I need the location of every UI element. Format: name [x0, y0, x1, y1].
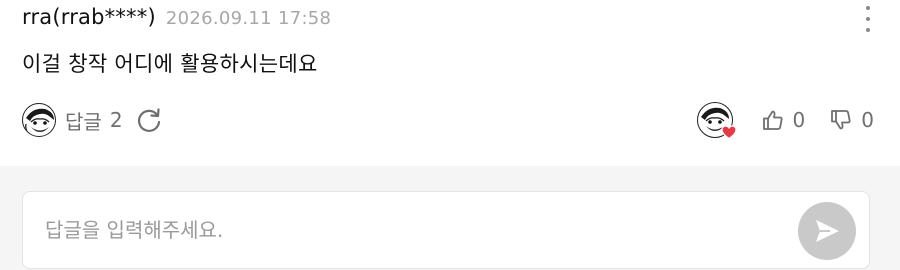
refresh-icon[interactable]	[135, 106, 163, 134]
reply-input[interactable]	[45, 192, 785, 268]
comment-card: rra(rrab****) 2026.09.11 17:58 이걸 창작 어디에…	[0, 0, 900, 166]
reply-composer	[22, 191, 870, 269]
reply-label[interactable]: 답글	[65, 106, 102, 135]
comment-text: 이걸 창작 어디에 활용하시는데요	[22, 52, 318, 76]
reply-count[interactable]: 2	[110, 108, 123, 132]
send-button[interactable]	[798, 202, 856, 260]
avatar	[22, 103, 56, 137]
thumbs-up-icon	[762, 110, 783, 130]
comment-timestamp: 2026.09.11 17:58	[165, 8, 332, 29]
author-name[interactable]: rra(rrab****)	[22, 5, 156, 29]
liked-by-author	[696, 102, 737, 140]
reply-actions: 답글 2	[22, 101, 163, 139]
comment-header: rra(rrab****) 2026.09.11 17:58	[22, 5, 331, 29]
heart-icon	[720, 125, 737, 140]
dislike-button[interactable]: 0	[829, 108, 874, 132]
send-icon	[816, 220, 839, 242]
thumbs-down-icon	[831, 110, 851, 130]
dislike-count: 0	[861, 108, 874, 132]
vote-actions: 0 0	[696, 101, 874, 140]
like-count: 0	[792, 108, 806, 132]
more-vertical-icon[interactable]	[862, 6, 874, 32]
like-button[interactable]: 0	[761, 108, 806, 132]
